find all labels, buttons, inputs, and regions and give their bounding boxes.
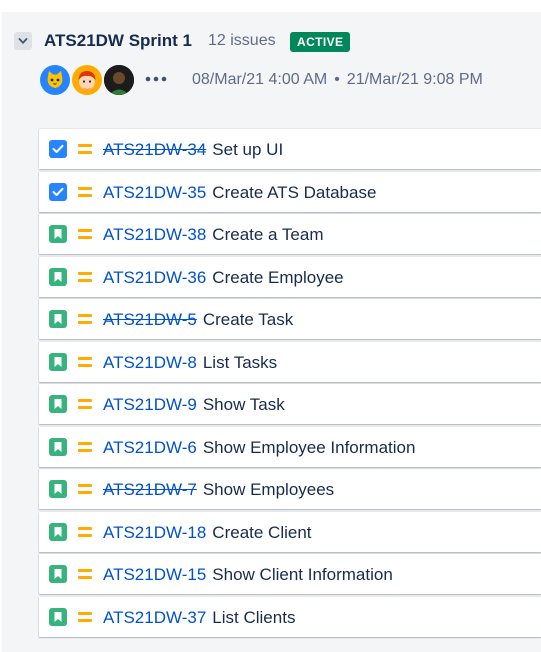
issue-list: ATS21DW-34 Set up UI ATS21DW-35 Create ATS … xyxy=(39,129,541,639)
issue-key-link[interactable]: ATS21DW-37 xyxy=(103,608,206,627)
issue-summary: Show Task xyxy=(202,395,285,414)
issue-row[interactable]: ATS21DW-35 Create ATS Database xyxy=(39,171,541,212)
issue-row[interactable]: ATS21DW-5 Create Task xyxy=(39,299,541,339)
issue-text: ATS21DW-36 Create Employee xyxy=(103,268,344,288)
issue-key-link[interactable]: ATS21DW-38 xyxy=(103,225,206,244)
priority-medium-icon xyxy=(77,567,93,581)
story-bookmark-icon xyxy=(49,225,67,243)
issue-text: ATS21DW-38 Create a Team xyxy=(103,225,324,245)
issue-key-link[interactable]: ATS21DW-36 xyxy=(103,268,206,287)
priority-medium-icon xyxy=(77,227,93,241)
status-badge: ACTIVE xyxy=(290,32,351,52)
issue-text: ATS21DW-6 Show Employee Information xyxy=(103,438,415,458)
issue-key-link[interactable]: ATS21DW-5 xyxy=(103,310,197,329)
story-bookmark-icon xyxy=(49,267,67,286)
issue-row[interactable]: ATS21DW-6 Show Employee Information xyxy=(39,426,541,467)
date-separator: • xyxy=(334,71,340,88)
issue-summary: Create Task xyxy=(202,310,294,329)
issue-key-link[interactable]: ATS21DW-35 xyxy=(103,183,206,202)
issue-text: ATS21DW-18 Create Client xyxy=(103,523,312,543)
issue-row[interactable]: ATS21DW-34 Set up UI xyxy=(39,129,541,169)
priority-medium-icon xyxy=(77,185,93,199)
issue-key-link[interactable]: ATS21DW-6 xyxy=(103,438,197,457)
issue-count: 12 issues xyxy=(208,32,276,49)
sprint-start-date: 08/Mar/21 4:00 AM xyxy=(192,71,328,88)
issue-summary: Create Employee xyxy=(212,267,344,287)
issue-summary: Show Employee Information xyxy=(202,437,416,457)
issue-key-link[interactable]: ATS21DW-34 xyxy=(103,140,206,159)
sprint-dates: 08/Mar/21 4:00 AM • 21/Mar/21 9:08 PM xyxy=(192,71,483,89)
issue-row[interactable]: ATS21DW-7 Show Employees xyxy=(39,469,541,509)
cat-avatar[interactable] xyxy=(40,65,70,95)
priority-medium-icon xyxy=(77,142,93,156)
issue-key-link[interactable]: ATS21DW-7 xyxy=(103,480,197,499)
story-bookmark-icon xyxy=(49,607,67,626)
issue-text: ATS21DW-7 Show Employees xyxy=(103,480,334,500)
priority-medium-icon xyxy=(77,610,93,624)
priority-medium-icon xyxy=(77,482,93,496)
issue-row[interactable]: ATS21DW-18 Create Client xyxy=(39,511,541,552)
priority-medium-icon xyxy=(77,270,93,284)
user-photo-icon xyxy=(104,65,134,95)
more-dots-icon xyxy=(145,76,167,82)
issue-summary: Show Employees xyxy=(202,480,335,499)
issue-text: ATS21DW-5 Create Task xyxy=(103,310,293,330)
issue-key-link[interactable]: ATS21DW-18 xyxy=(103,523,206,542)
issue-summary: List Tasks xyxy=(202,352,278,372)
issue-row[interactable]: ATS21DW-15 Show Client Information xyxy=(39,554,541,594)
redhead-avatar[interactable] xyxy=(72,65,102,95)
issue-key-link[interactable]: ATS21DW-8 xyxy=(103,353,197,372)
issue-row[interactable]: ATS21DW-37 List Clients xyxy=(39,596,541,637)
issue-summary: Show Client Information xyxy=(212,565,393,584)
sprint-panel: ATS21DW Sprint 1 12 issues ACTIVE 08/Mar… xyxy=(2,12,541,652)
story-bookmark-icon xyxy=(49,395,67,413)
story-bookmark-icon xyxy=(49,522,67,541)
story-bookmark-icon xyxy=(49,310,67,328)
issue-text: ATS21DW-15 Show Client Information xyxy=(103,565,393,585)
issue-row[interactable]: ATS21DW-36 Create Employee xyxy=(39,256,541,297)
issue-key-link[interactable]: ATS21DW-9 xyxy=(103,395,197,414)
issue-text: ATS21DW-35 Create ATS Database xyxy=(103,183,376,203)
sprint-name[interactable]: ATS21DW Sprint 1 xyxy=(44,31,192,51)
chevron-down-icon xyxy=(18,38,28,44)
story-bookmark-icon xyxy=(49,565,67,583)
priority-medium-icon xyxy=(77,312,93,326)
issue-row[interactable]: ATS21DW-9 Show Task xyxy=(39,384,541,424)
priority-medium-icon xyxy=(77,525,93,539)
sprint-end-date: 21/Mar/21 9:08 PM xyxy=(346,71,483,88)
issue-text: ATS21DW-8 List Tasks xyxy=(103,353,277,373)
more-actions-button[interactable] xyxy=(144,69,168,89)
issue-row[interactable]: ATS21DW-38 Create a Team xyxy=(39,214,541,254)
issue-text: ATS21DW-37 List Clients xyxy=(103,608,295,628)
issue-summary: Set up UI xyxy=(212,140,284,159)
cat-face-icon xyxy=(47,71,63,88)
priority-medium-icon xyxy=(77,355,93,369)
issue-summary: Create Client xyxy=(212,522,312,542)
task-checkbox-icon xyxy=(49,182,67,201)
sprint-header: ATS21DW Sprint 1 12 issues ACTIVE 08/Mar… xyxy=(2,12,541,112)
issue-summary: List Clients xyxy=(212,607,296,627)
priority-medium-icon xyxy=(77,440,93,454)
task-checkbox-icon xyxy=(49,140,67,158)
issue-key-link[interactable]: ATS21DW-15 xyxy=(103,565,206,584)
issue-text: ATS21DW-9 Show Task xyxy=(103,395,285,415)
story-bookmark-icon xyxy=(49,437,67,456)
issue-row[interactable]: ATS21DW-8 List Tasks xyxy=(39,341,541,382)
collapse-sprint-button[interactable] xyxy=(14,32,32,50)
issue-summary: Create a Team xyxy=(212,225,324,244)
issue-summary: Create ATS Database xyxy=(212,182,377,202)
story-bookmark-icon xyxy=(49,352,67,371)
priority-medium-icon xyxy=(77,397,93,411)
person-face-icon xyxy=(78,71,96,90)
issue-text: ATS21DW-34 Set up UI xyxy=(103,140,283,160)
photo-avatar[interactable] xyxy=(104,65,134,95)
story-bookmark-icon xyxy=(49,480,67,498)
